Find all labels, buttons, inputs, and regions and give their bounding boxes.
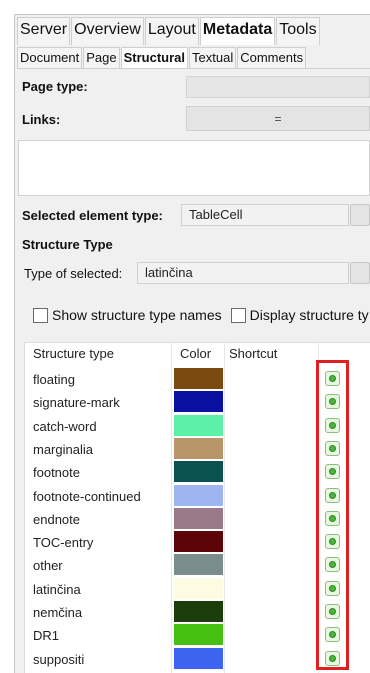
tab-tools[interactable]: Tools — [276, 17, 320, 45]
tab-divider — [17, 68, 370, 69]
page-type-field[interactable] — [186, 76, 370, 98]
color-swatch[interactable] — [174, 578, 223, 599]
show-names-label: Show structure type names — [52, 307, 222, 323]
add-structure-button[interactable] — [325, 418, 340, 433]
add-structure-button[interactable] — [325, 581, 340, 596]
structure-type-name[interactable]: nemčina — [33, 605, 82, 620]
color-swatch[interactable] — [174, 415, 223, 436]
add-structure-button[interactable] — [325, 464, 340, 479]
tab-layout[interactable]: Layout — [144, 17, 199, 45]
structure-type-name[interactable]: TOC-entry — [33, 535, 93, 550]
add-structure-button[interactable] — [325, 651, 340, 666]
structure-type-name[interactable]: footnote-continued — [33, 489, 141, 504]
structure-type-name[interactable]: suppositi — [33, 652, 84, 667]
green-plus-icon — [329, 538, 336, 545]
links-label: Links: — [22, 112, 61, 127]
green-plus-icon — [329, 375, 336, 382]
type-of-selected-label: Type of selected: — [24, 266, 123, 281]
display-types-checkbox[interactable] — [230, 307, 246, 323]
add-structure-button[interactable] — [325, 627, 340, 642]
type-of-selected-button[interactable] — [350, 262, 370, 284]
header-shortcut[interactable]: Shortcut — [229, 346, 277, 361]
equals-icon: = — [274, 111, 282, 126]
add-structure-button[interactable] — [325, 511, 340, 526]
green-plus-icon — [329, 655, 336, 662]
green-plus-icon — [329, 561, 336, 568]
color-swatch[interactable] — [174, 368, 223, 389]
green-plus-icon — [329, 515, 336, 522]
structure-type-name[interactable]: latinčina — [33, 582, 81, 597]
column-divider — [318, 342, 319, 673]
color-swatch[interactable] — [174, 601, 223, 622]
selected-element-field[interactable]: TableCell — [181, 204, 349, 226]
structure-type-name[interactable]: other — [33, 558, 63, 573]
add-structure-button[interactable] — [325, 604, 340, 619]
display-types-label: Display structure ty — [249, 307, 369, 323]
tab-overview[interactable]: Overview — [71, 17, 144, 45]
green-plus-icon — [329, 398, 336, 405]
column-divider — [171, 342, 172, 673]
green-plus-icon — [329, 445, 336, 452]
add-structure-button[interactable] — [325, 557, 340, 572]
subtab-document[interactable]: Document — [17, 47, 83, 68]
type-of-selected-field[interactable]: latinčina — [137, 262, 349, 284]
column-divider — [224, 342, 225, 673]
subtab-structural[interactable]: Structural — [120, 47, 189, 68]
color-swatch[interactable] — [174, 648, 223, 669]
color-swatch[interactable] — [174, 391, 223, 412]
structure-type-name[interactable]: signature-mark — [33, 395, 120, 410]
links-list[interactable] — [18, 140, 370, 196]
subtab-textual[interactable]: Textual — [189, 47, 237, 68]
sub-tab-bar: Document Page Structural Textual Comment… — [17, 47, 307, 68]
color-swatch[interactable] — [174, 531, 223, 552]
selected-element-button[interactable] — [350, 204, 370, 226]
add-structure-button[interactable] — [325, 394, 340, 409]
header-structure-type[interactable]: Structure type — [33, 346, 114, 361]
structure-type-name[interactable]: DR1 — [33, 628, 59, 643]
green-plus-icon — [329, 492, 336, 499]
green-plus-icon — [329, 631, 336, 638]
structure-type-name[interactable]: floating — [33, 372, 75, 387]
show-names-checkbox[interactable] — [33, 307, 48, 323]
subtab-page[interactable]: Page — [83, 47, 120, 68]
add-structure-button[interactable] — [325, 534, 340, 549]
page-type-label: Page type: — [22, 79, 88, 94]
color-swatch[interactable] — [174, 624, 223, 645]
tab-metadata[interactable]: Metadata — [199, 17, 276, 45]
green-plus-icon — [329, 422, 336, 429]
options-row: Show structure type names Display struct… — [33, 307, 369, 323]
header-color[interactable]: Color — [180, 346, 211, 361]
green-plus-icon — [329, 468, 336, 475]
color-swatch[interactable] — [174, 554, 223, 575]
color-swatch[interactable] — [174, 438, 223, 459]
selected-element-label: Selected element type: — [22, 208, 163, 223]
add-structure-button[interactable] — [325, 488, 340, 503]
structure-type-name[interactable]: catch-word — [33, 419, 97, 434]
add-structure-button[interactable] — [325, 371, 340, 386]
tab-server[interactable]: Server — [17, 17, 71, 45]
structure-type-name[interactable]: footnote — [33, 465, 80, 480]
color-swatch[interactable] — [174, 508, 223, 529]
structure-type-heading: Structure Type — [22, 237, 113, 252]
color-swatch[interactable] — [174, 485, 223, 506]
subtab-comments[interactable]: Comments — [237, 47, 307, 68]
green-plus-icon — [329, 608, 336, 615]
structure-type-name[interactable]: marginalia — [33, 442, 93, 457]
main-tab-bar: Server Overview Layout Metadata Tools — [17, 17, 321, 45]
links-button[interactable]: = — [186, 106, 370, 131]
green-plus-icon — [329, 585, 336, 592]
color-swatch[interactable] — [174, 461, 223, 482]
add-structure-button[interactable] — [325, 441, 340, 456]
structure-type-name[interactable]: endnote — [33, 512, 80, 527]
